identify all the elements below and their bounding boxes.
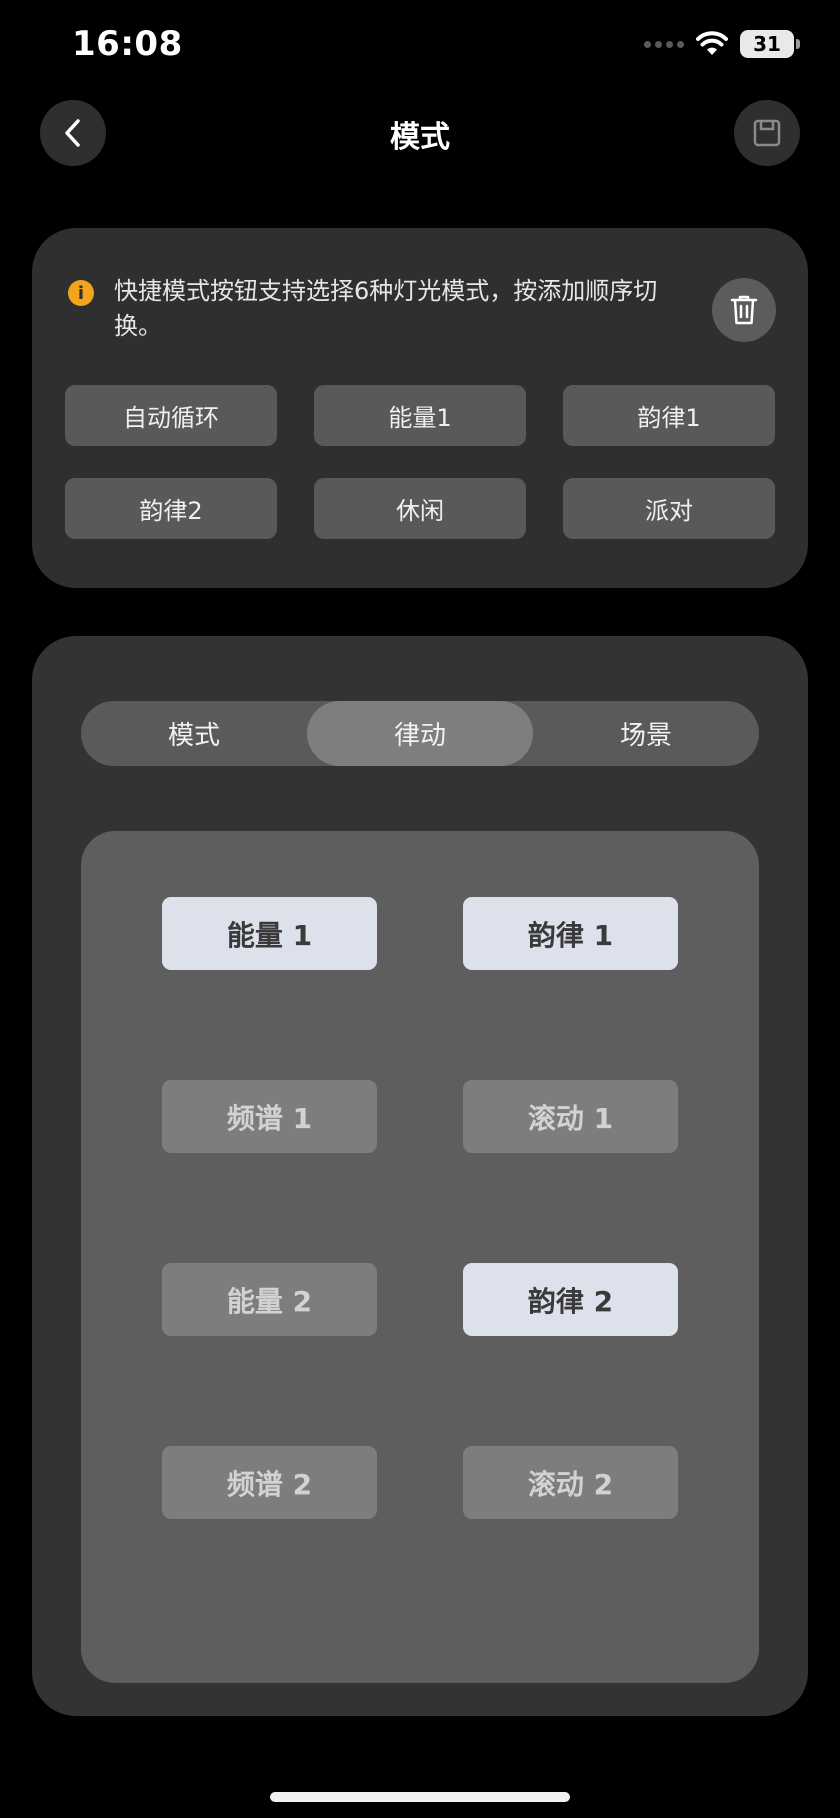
effect-button[interactable]: 滚动 2 [463, 1446, 678, 1519]
quick-mode-item[interactable]: 休闲 [314, 478, 526, 539]
quick-mode-item[interactable]: 自动循环 [65, 385, 277, 446]
quick-mode-item[interactable]: 韵律2 [65, 478, 277, 539]
effect-button[interactable]: 滚动 1 [463, 1080, 678, 1153]
mode-tabs: 模式 律动 场景 [81, 701, 759, 766]
quick-mode-item[interactable]: 能量1 [314, 385, 526, 446]
battery-level: 31 [753, 32, 781, 56]
quick-mode-card: i 快捷模式按钮支持选择6种灯光模式，按添加顺序切换。 自动循环 能量1 韵律1… [32, 228, 808, 588]
quick-mode-info-text: 快捷模式按钮支持选择6种灯光模式，按添加顺序切换。 [114, 277, 658, 340]
tab-scene[interactable]: 场景 [533, 701, 759, 766]
info-icon: i [68, 280, 94, 306]
trash-icon [730, 295, 758, 325]
tab-rhythm[interactable]: 律动 [307, 701, 533, 766]
quick-mode-list: 自动循环 能量1 韵律1 韵律2 休闲 派对 [65, 385, 775, 539]
status-bar: 16:08 31 [0, 0, 840, 92]
effect-button[interactable]: 能量 1 [162, 897, 377, 970]
save-icon [753, 119, 781, 147]
effect-button[interactable]: 能量 2 [162, 1263, 377, 1336]
battery-icon: 31 [740, 30, 800, 58]
quick-mode-item[interactable]: 派对 [563, 478, 775, 539]
effects-card: 模式 律动 场景 能量 1 韵律 1 频谱 1 滚动 1 能量 2 韵律 2 频… [32, 636, 808, 1716]
effect-button[interactable]: 频谱 1 [162, 1080, 377, 1153]
wifi-icon [696, 31, 728, 55]
delete-button[interactable] [712, 278, 776, 342]
quick-mode-item[interactable]: 韵律1 [563, 385, 775, 446]
save-button[interactable] [734, 100, 800, 166]
nav-bar: 模式 [0, 98, 840, 168]
effect-button[interactable]: 韵律 2 [463, 1263, 678, 1336]
home-indicator [270, 1792, 570, 1802]
tab-mode[interactable]: 模式 [81, 701, 307, 766]
effect-button[interactable]: 频谱 2 [162, 1446, 377, 1519]
cellular-signal-icon [644, 40, 684, 48]
effects-panel: 能量 1 韵律 1 频谱 1 滚动 1 能量 2 韵律 2 频谱 2 滚动 2 [81, 831, 759, 1683]
page-title: 模式 [390, 120, 450, 155]
status-icons: 31 [644, 30, 800, 58]
status-time: 16:08 [72, 24, 183, 64]
effects-grid: 能量 1 韵律 1 频谱 1 滚动 1 能量 2 韵律 2 频谱 2 滚动 2 [162, 897, 678, 1519]
effect-button[interactable]: 韵律 1 [463, 897, 678, 970]
